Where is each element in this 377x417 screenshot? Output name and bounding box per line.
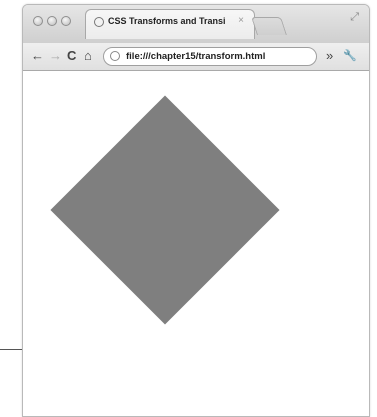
address-url: file:///chapter15/transform.html	[126, 51, 266, 62]
tab-css-transforms[interactable]: CSS Transforms and Transi ×	[85, 9, 255, 39]
reload-button[interactable]: C	[67, 48, 76, 64]
page-content	[23, 71, 369, 416]
new-tab-button[interactable]	[251, 17, 287, 35]
back-button[interactable]: ←	[31, 48, 44, 64]
tab-close-icon[interactable]: ×	[238, 15, 244, 26]
wrench-icon[interactable]: 🔧	[343, 48, 357, 64]
globe-icon	[94, 17, 104, 27]
rotated-square	[50, 95, 280, 325]
tab-title: CSS Transforms and Transi	[108, 16, 226, 26]
browser-window: CSS Transforms and Transi × ⤢ ← → C ⌂ fi…	[22, 4, 370, 417]
minimize-window-button[interactable]	[47, 16, 57, 26]
page-icon	[110, 51, 120, 61]
callout-line	[0, 349, 22, 350]
close-window-button[interactable]	[33, 16, 43, 26]
title-bar: CSS Transforms and Transi × ⤢	[23, 5, 369, 43]
overflow-button[interactable]: »	[326, 48, 333, 64]
address-bar[interactable]: file:///chapter15/transform.html	[103, 47, 317, 66]
fullscreen-icon[interactable]: ⤢	[350, 11, 359, 24]
forward-button[interactable]: →	[49, 48, 62, 64]
zoom-window-button[interactable]	[61, 16, 71, 26]
home-button[interactable]: ⌂	[84, 48, 92, 64]
browser-toolbar: ← → C ⌂ file:///chapter15/transform.html…	[23, 43, 369, 71]
